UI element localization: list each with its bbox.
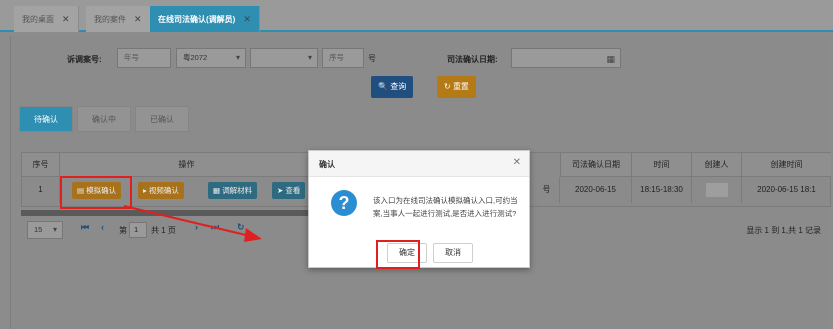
year-input[interactable]: 年号 (117, 48, 171, 68)
calendar-icon[interactable]: ▦ (606, 50, 615, 68)
row-index: 1 (22, 177, 60, 203)
date-cell: 2020-06-15 (560, 177, 632, 203)
close-icon[interactable]: ✕ (243, 14, 251, 24)
time-cell: 18:15-18:30 (632, 177, 692, 203)
search-icon: 🔍 (378, 82, 388, 91)
type-select[interactable]: ▾ (250, 48, 318, 68)
highlight-box (376, 240, 420, 269)
case-number-cell: 号 (534, 177, 560, 203)
case-number-label: 诉调案号: (67, 55, 102, 64)
dialog-title: 确认 (319, 160, 335, 169)
sequence-input[interactable]: 序号 (322, 48, 364, 68)
close-icon[interactable]: ✕ (62, 14, 70, 24)
reset-button[interactable]: ↻ 重置 (437, 76, 476, 98)
column-header: 司法确认日期 (560, 153, 632, 177)
redacted-creator (705, 182, 728, 197)
date-input[interactable]: ▦ (511, 48, 621, 68)
close-icon[interactable]: ✕ (134, 14, 142, 24)
tab-pending[interactable]: 待确认 (19, 106, 73, 132)
tab-confirmed[interactable]: 已确认 (135, 106, 189, 132)
send-icon: ➤ (277, 186, 284, 195)
dialog-message: 该入口为在线司法确认模拟确认入口,可约当案,当事人一起进行测试,是否进入进行测试… (373, 196, 518, 218)
view-button[interactable]: ➤ 查看 (272, 182, 306, 199)
query-button[interactable]: 🔍 查询 (371, 76, 414, 98)
video-confirm-button[interactable]: ▸ 视频确认 (138, 182, 184, 199)
chevron-down-icon: ▾ (307, 53, 312, 62)
document-icon: ▦ (213, 186, 221, 195)
records-summary: 显示 1 到 1,共 1 记录 (746, 226, 821, 235)
creator-cell (692, 177, 742, 203)
column-header: 序号 (22, 153, 60, 177)
op-label: 调解材料 (222, 186, 253, 195)
question-icon: ? (331, 190, 357, 216)
court-code-select[interactable]: 粤2072 ▾ (176, 48, 246, 68)
tab-confirming[interactable]: 确认中 (77, 106, 131, 132)
column-header: 创建人 (692, 153, 742, 177)
number-suffix: 号 (368, 54, 376, 63)
tab-online-judicial-confirm[interactable]: 在线司法确认(调解员) ✕ (150, 6, 260, 32)
chevron-down-icon: ▾ (52, 225, 57, 234)
cancel-button[interactable]: 取消 (433, 243, 473, 263)
refresh-icon: ↻ (444, 82, 451, 91)
mediation-materials-button[interactable]: ▦ 调解材料 (208, 182, 258, 199)
tab-my-desktop[interactable]: 我的桌面 ✕ (14, 6, 79, 32)
close-icon[interactable]: ✕ (513, 157, 521, 168)
first-page-icon[interactable]: ⏮ (81, 222, 89, 233)
page-size-value: 15 (34, 225, 43, 234)
page-size-select[interactable]: 15 ▾ (27, 221, 63, 239)
arrow-icon (123, 205, 262, 242)
created-time-cell: 2020-06-15 18:1 (757, 185, 816, 194)
date-label: 司法确认日期: (447, 55, 498, 64)
column-header: 时间 (632, 153, 692, 177)
reset-label: 重置 (452, 82, 469, 91)
op-label: 查看 (285, 186, 301, 195)
tab-label: 我的桌面 (22, 15, 54, 24)
tab-bar: 我的桌面 ✕ 我的案件 ✕ 在线司法确认(调解员) ✕ (0, 0, 833, 32)
query-label: 查询 (390, 82, 407, 91)
chevron-down-icon: ▾ (235, 53, 240, 62)
video-icon: ▸ (143, 186, 147, 195)
column-header: 操作 (60, 153, 314, 177)
court-code-value: 粤2072 (183, 53, 208, 62)
tab-label: 我的案件 (94, 15, 126, 24)
column-header: 创建时间 (742, 153, 831, 177)
dialog-header: 确认 ✕ (309, 151, 529, 177)
prev-page-icon[interactable]: ‹ (101, 222, 104, 232)
op-label: 视频确认 (148, 186, 179, 195)
tab-label: 在线司法确认(调解员) (158, 15, 236, 24)
tab-my-cases[interactable]: 我的案件 ✕ (86, 6, 151, 32)
